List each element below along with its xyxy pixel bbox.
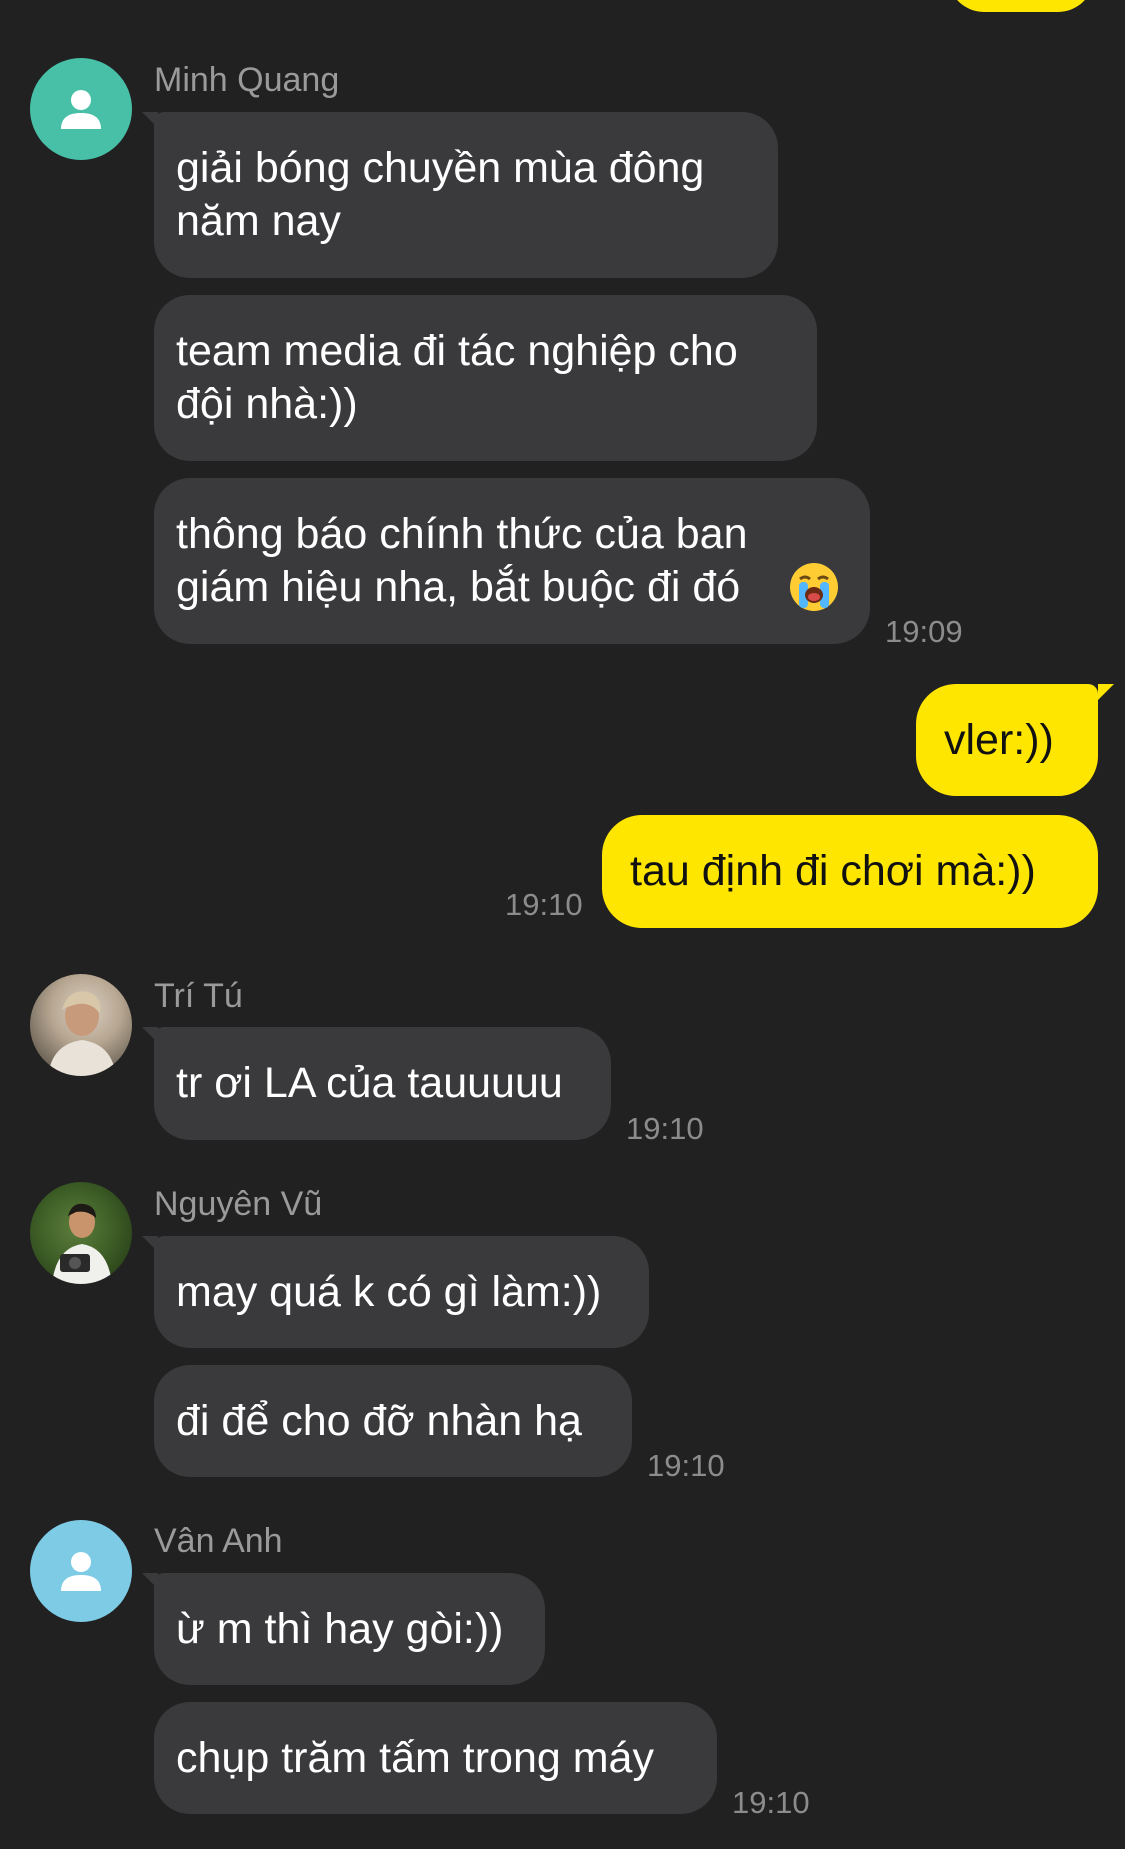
message-text: giải bóng chuyền mùa đông năm nay xyxy=(176,144,705,245)
partial-outgoing-bubble[interactable] xyxy=(948,0,1094,12)
message-time: 19:10 xyxy=(732,1785,810,1820)
loudly-crying-face-icon xyxy=(790,563,838,611)
message-time: 19:09 xyxy=(885,614,963,649)
sender-name: Vân Anh xyxy=(154,1522,283,1560)
person-icon xyxy=(61,1552,101,1591)
avatar-van-anh[interactable] xyxy=(30,1520,132,1622)
outgoing-message-bubble[interactable]: tau định đi chơi mà:)) xyxy=(602,815,1098,928)
message-text: đi để cho đỡ nhàn hạ xyxy=(176,1396,582,1445)
message-text: thông báo chính thức của ban giám hiệu n… xyxy=(176,510,748,611)
sender-name: Trí Tú xyxy=(154,977,243,1015)
message-text: tr ơi LA của tauuuuu xyxy=(176,1059,563,1107)
person-icon xyxy=(61,90,101,129)
message-text: vler:)) xyxy=(944,715,1054,764)
message-text: team media đi tác nghiệp cho đội nhà:)) xyxy=(176,327,738,428)
sender-name: Minh Quang xyxy=(154,61,340,99)
message-text: chụp trăm tấm trong máy xyxy=(176,1733,654,1782)
message-text: ừ m thì hay gòi:)) xyxy=(176,1604,504,1653)
message-bubble[interactable]: giải bóng chuyền mùa đông năm nay xyxy=(154,112,778,278)
message-bubble[interactable]: tr ơi LA của tauuuuu xyxy=(154,1027,611,1140)
message-bubble[interactable]: đi để cho đỡ nhàn hạ xyxy=(154,1365,632,1477)
message-bubble[interactable]: may quá k có gì làm:)) xyxy=(154,1236,649,1348)
message-bubble[interactable]: chụp trăm tấm trong máy xyxy=(154,1702,717,1814)
avatar-minh-quang[interactable] xyxy=(30,58,132,160)
avatar-nguyen-vu[interactable] xyxy=(30,1182,132,1284)
message-time: 19:10 xyxy=(505,887,583,922)
message-bubble[interactable]: thông báo chính thức của ban giám hiệu n… xyxy=(154,478,870,644)
message-time: 19:10 xyxy=(647,1448,725,1483)
message-text: tau định đi chơi mà:)) xyxy=(630,847,1036,895)
profile-photo-icon xyxy=(48,991,116,1076)
message-time: 19:10 xyxy=(626,1111,704,1146)
avatar-tri-tu[interactable] xyxy=(30,974,132,1076)
message-bubble[interactable]: team media đi tác nghiệp cho đội nhà:)) xyxy=(154,295,817,461)
profile-photo-icon xyxy=(52,1203,112,1284)
message-bubble[interactable]: ừ m thì hay gòi:)) xyxy=(154,1573,545,1685)
outgoing-message-bubble[interactable]: vler:)) xyxy=(916,684,1098,796)
sender-name: Nguyên Vũ xyxy=(154,1185,323,1223)
bubble-tail xyxy=(1098,684,1114,700)
message-text: may quá k có gì làm:)) xyxy=(176,1267,602,1316)
